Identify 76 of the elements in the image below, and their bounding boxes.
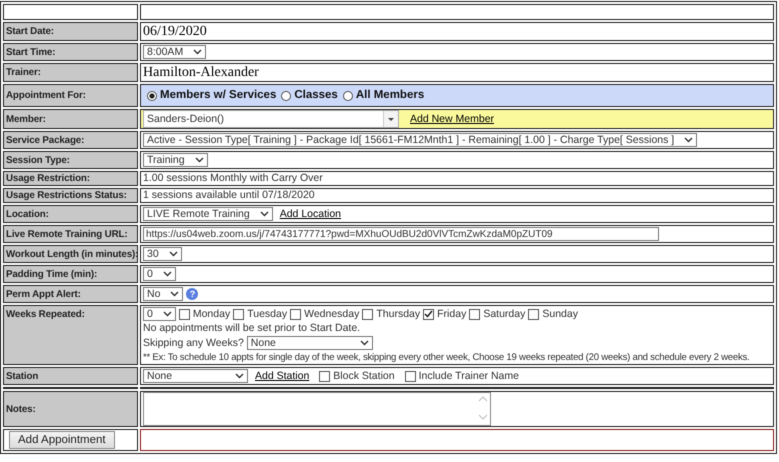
dropdown[interactable]: 0 bbox=[143, 307, 176, 321]
field-label: Weeks Repeated: bbox=[6, 309, 85, 320]
checkbox[interactable] bbox=[362, 308, 374, 320]
field-label: Live Remote Training URL: bbox=[6, 228, 128, 240]
day-label: Thursday bbox=[376, 308, 420, 320]
add-link[interactable]: Add Location bbox=[280, 208, 342, 220]
chevron-down-icon bbox=[684, 137, 694, 143]
checkbox[interactable] bbox=[178, 308, 190, 320]
day-label: Saturday bbox=[483, 308, 526, 320]
radio-button[interactable] bbox=[147, 90, 157, 100]
dropdown[interactable]: LIVE Remote Training bbox=[143, 207, 273, 221]
field-label: Padding Time (min): bbox=[6, 268, 98, 280]
chevron-down-icon bbox=[193, 49, 202, 55]
chevron-down-icon bbox=[168, 251, 178, 257]
radio-label: Members w/ Services bbox=[160, 89, 276, 102]
field-value: 1 sessions available until 07/18/2020 bbox=[143, 189, 315, 201]
field-label: Start Date: bbox=[6, 26, 54, 37]
radio-button[interactable] bbox=[281, 90, 292, 100]
field-label: Usage Restriction: bbox=[6, 173, 90, 184]
notice-text: No appointments will be set prior to Start Date. bbox=[143, 322, 360, 335]
dropdown[interactable]: 8:00AM bbox=[143, 45, 206, 59]
checkbox-label: Include Trainer Name bbox=[418, 370, 519, 382]
field-label: Service Package: bbox=[6, 134, 84, 146]
notes-textarea[interactable] bbox=[143, 392, 491, 426]
dropdown[interactable]: No bbox=[143, 287, 184, 301]
field-label: Location: bbox=[6, 208, 49, 220]
field-label: Station bbox=[6, 370, 38, 382]
dropdown[interactable]: Training bbox=[143, 153, 208, 167]
dropdown[interactable]: 0 bbox=[143, 267, 176, 281]
day-label: Monday bbox=[192, 308, 230, 320]
chevron-down-icon bbox=[235, 373, 244, 379]
dropdown[interactable]: None bbox=[143, 369, 248, 383]
day-label: Sunday bbox=[542, 308, 578, 320]
field-label: Usage Restrictions Status: bbox=[6, 190, 127, 201]
checkbox[interactable] bbox=[528, 308, 540, 320]
chevron-down-icon bbox=[170, 291, 180, 297]
day-label: Tuesday bbox=[247, 308, 288, 320]
chevron-down-icon bbox=[194, 157, 204, 163]
chevron-down-icon bbox=[360, 340, 369, 346]
dropdown[interactable]: None bbox=[246, 336, 373, 350]
url-input[interactable]: https://us04web.zoom.us/j/74743177771?pwd=MXhuOUdBU2d0VlVTcmZwKzdaM0pZUT09 bbox=[143, 227, 659, 241]
checkbox[interactable] bbox=[469, 308, 480, 320]
add-link[interactable]: Add Station bbox=[255, 370, 310, 382]
add-appointment-button[interactable]: Add Appointment bbox=[9, 431, 115, 449]
chevron-down-icon bbox=[162, 311, 172, 317]
field-label: Trainer: bbox=[6, 67, 41, 78]
member-combobox[interactable]: Sanders-Deion() bbox=[143, 110, 399, 128]
checkbox[interactable] bbox=[423, 308, 434, 320]
add-link[interactable]: Add New Member bbox=[410, 112, 494, 126]
field-label: Perm Appt Alert: bbox=[6, 288, 81, 300]
field-label: Start Time: bbox=[6, 46, 56, 58]
dropdown[interactable]: Active - Session Type[ Training ] - Package Id[ 15661-FM12Mnth1 ] - Remaining[ 1.00 ] - Charge Type[ Sessions ] bbox=[143, 133, 698, 147]
chevron-down-icon bbox=[162, 271, 172, 277]
field-label: Session Type: bbox=[6, 154, 70, 166]
checkbox[interactable] bbox=[404, 370, 416, 382]
dropdown[interactable]: 30 bbox=[143, 247, 182, 261]
field-value: 1.00 sessions Monthly with Carry Over bbox=[143, 172, 323, 184]
checkbox[interactable] bbox=[319, 370, 330, 382]
field-value: 06/19/2020 bbox=[143, 24, 207, 39]
radio-button[interactable] bbox=[342, 90, 353, 100]
field-label: Appointment For: bbox=[6, 90, 86, 101]
example-text: ** Ex: To schedule 10 appts for single day of the week, skipping every other week, Choose 19 weeks repeated (20 weeks) and schedule every 2 weeks. bbox=[143, 351, 750, 364]
field-label: Member: bbox=[6, 114, 46, 124]
day-label: Friday bbox=[437, 308, 466, 320]
day-label: Wednesday bbox=[304, 308, 360, 320]
radio-label: All Members bbox=[356, 89, 424, 102]
checkbox[interactable] bbox=[290, 308, 302, 320]
skip-label: Skipping any Weeks? bbox=[143, 336, 244, 350]
checkbox[interactable] bbox=[233, 308, 244, 320]
help-icon[interactable]: ? bbox=[186, 288, 198, 300]
field-label: Notes: bbox=[6, 404, 36, 414]
checkbox-label: Block Station bbox=[333, 370, 395, 382]
field-value: Hamilton-Alexander bbox=[143, 65, 259, 80]
field-label: Workout Length (in minutes): bbox=[6, 248, 137, 260]
radio-label: Classes bbox=[294, 89, 338, 102]
chevron-down-icon bbox=[260, 211, 269, 217]
